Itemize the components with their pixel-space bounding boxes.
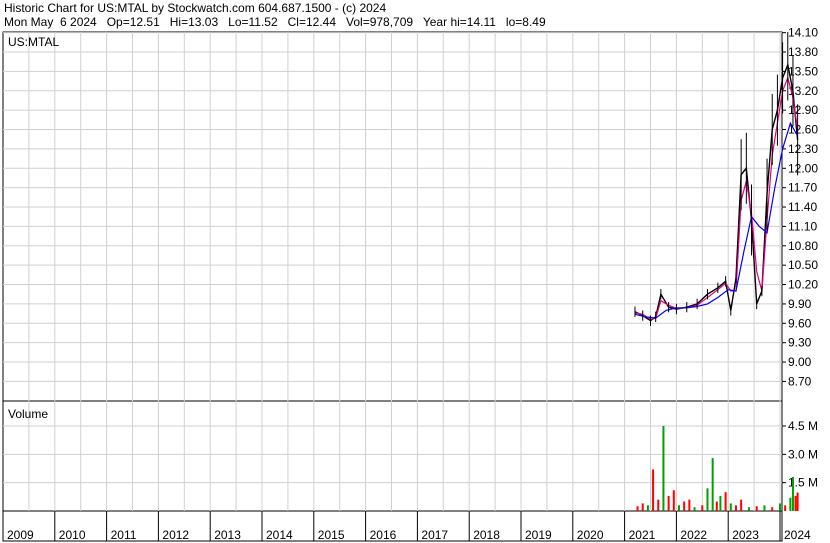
volume-bar bbox=[715, 501, 718, 511]
volume-bar bbox=[755, 506, 758, 511]
volume-bar bbox=[771, 507, 774, 511]
year-label: 2022 bbox=[680, 528, 707, 542]
year-label: 2023 bbox=[732, 528, 759, 542]
price-tick-label: 9.00 bbox=[788, 355, 812, 369]
price-tick-label: 9.90 bbox=[788, 297, 812, 311]
price-tick-label: 10.50 bbox=[788, 258, 818, 272]
volume-bar bbox=[789, 497, 792, 511]
year-label: 2014 bbox=[266, 528, 293, 542]
volume-bar bbox=[706, 488, 709, 511]
year-label: 2016 bbox=[370, 528, 397, 542]
price-tick-label: 12.00 bbox=[788, 161, 818, 175]
price-tick-label: 11.10 bbox=[788, 219, 817, 233]
volume-bar bbox=[641, 503, 644, 511]
price-tick-label: 10.20 bbox=[788, 278, 818, 292]
year-label: 2018 bbox=[473, 528, 500, 542]
price-tick-label: 12.30 bbox=[788, 142, 818, 156]
year-label: 2010 bbox=[59, 528, 86, 542]
year-label: 2019 bbox=[525, 528, 552, 542]
volume-bar bbox=[683, 501, 686, 511]
volume-bar bbox=[724, 492, 727, 511]
price-tick-label: 9.60 bbox=[788, 316, 812, 330]
year-label: 2024 bbox=[784, 528, 811, 542]
symbol-label: US:MTAL bbox=[8, 35, 59, 49]
price-tick-label: 11.70 bbox=[788, 181, 817, 195]
volume-bar bbox=[796, 492, 799, 511]
volume-bar bbox=[747, 507, 750, 511]
volume-bar bbox=[652, 469, 655, 511]
price-panel bbox=[2, 31, 783, 402]
volume-bar bbox=[740, 499, 743, 511]
volume-bar bbox=[779, 503, 781, 511]
volume-bar bbox=[729, 503, 732, 511]
volume-bar bbox=[693, 507, 696, 511]
volume-bar bbox=[677, 505, 680, 511]
year-label: 2017 bbox=[421, 528, 448, 542]
price-tick-label: 14.10 bbox=[788, 26, 818, 40]
year-label: 2012 bbox=[162, 528, 189, 542]
price-tick-label: 11.40 bbox=[788, 200, 817, 214]
year-label: 2013 bbox=[214, 528, 241, 542]
historic-chart: 2009 2010 2011 2012 2013 2014 2015 2016 2017 2018… bbox=[2, 26, 818, 542]
year-label: 2021 bbox=[629, 528, 656, 542]
volume-panel bbox=[2, 400, 783, 512]
volume-bar bbox=[662, 426, 665, 511]
volume-bar bbox=[688, 499, 691, 511]
price-tick-label: 8.70 bbox=[788, 374, 812, 388]
volume-bar bbox=[667, 495, 670, 511]
volume-bar bbox=[672, 490, 675, 511]
volume-bar bbox=[794, 495, 797, 511]
volume-bar bbox=[701, 505, 704, 511]
volume-bar bbox=[711, 458, 714, 511]
volume-label: Volume bbox=[8, 407, 48, 421]
volume-bar bbox=[646, 505, 649, 511]
year-label: 2011 bbox=[111, 528, 137, 542]
volume-bar bbox=[784, 505, 787, 511]
year-label: 2015 bbox=[318, 528, 345, 542]
volume-bar bbox=[763, 505, 766, 511]
price-tick-label: 9.30 bbox=[788, 336, 812, 350]
year-label: 2009 bbox=[7, 528, 34, 542]
price-tick-label: 10.80 bbox=[788, 239, 818, 253]
volume-bar bbox=[719, 495, 722, 511]
volume-tick-label: 4.5 M bbox=[788, 419, 818, 433]
volume-bar bbox=[657, 499, 660, 511]
year-label: 2020 bbox=[577, 528, 604, 542]
volume-bar bbox=[791, 477, 794, 511]
volume-bar bbox=[636, 506, 639, 511]
volume-bar bbox=[734, 505, 737, 511]
volume-tick-label: 3.0 M bbox=[788, 447, 818, 461]
